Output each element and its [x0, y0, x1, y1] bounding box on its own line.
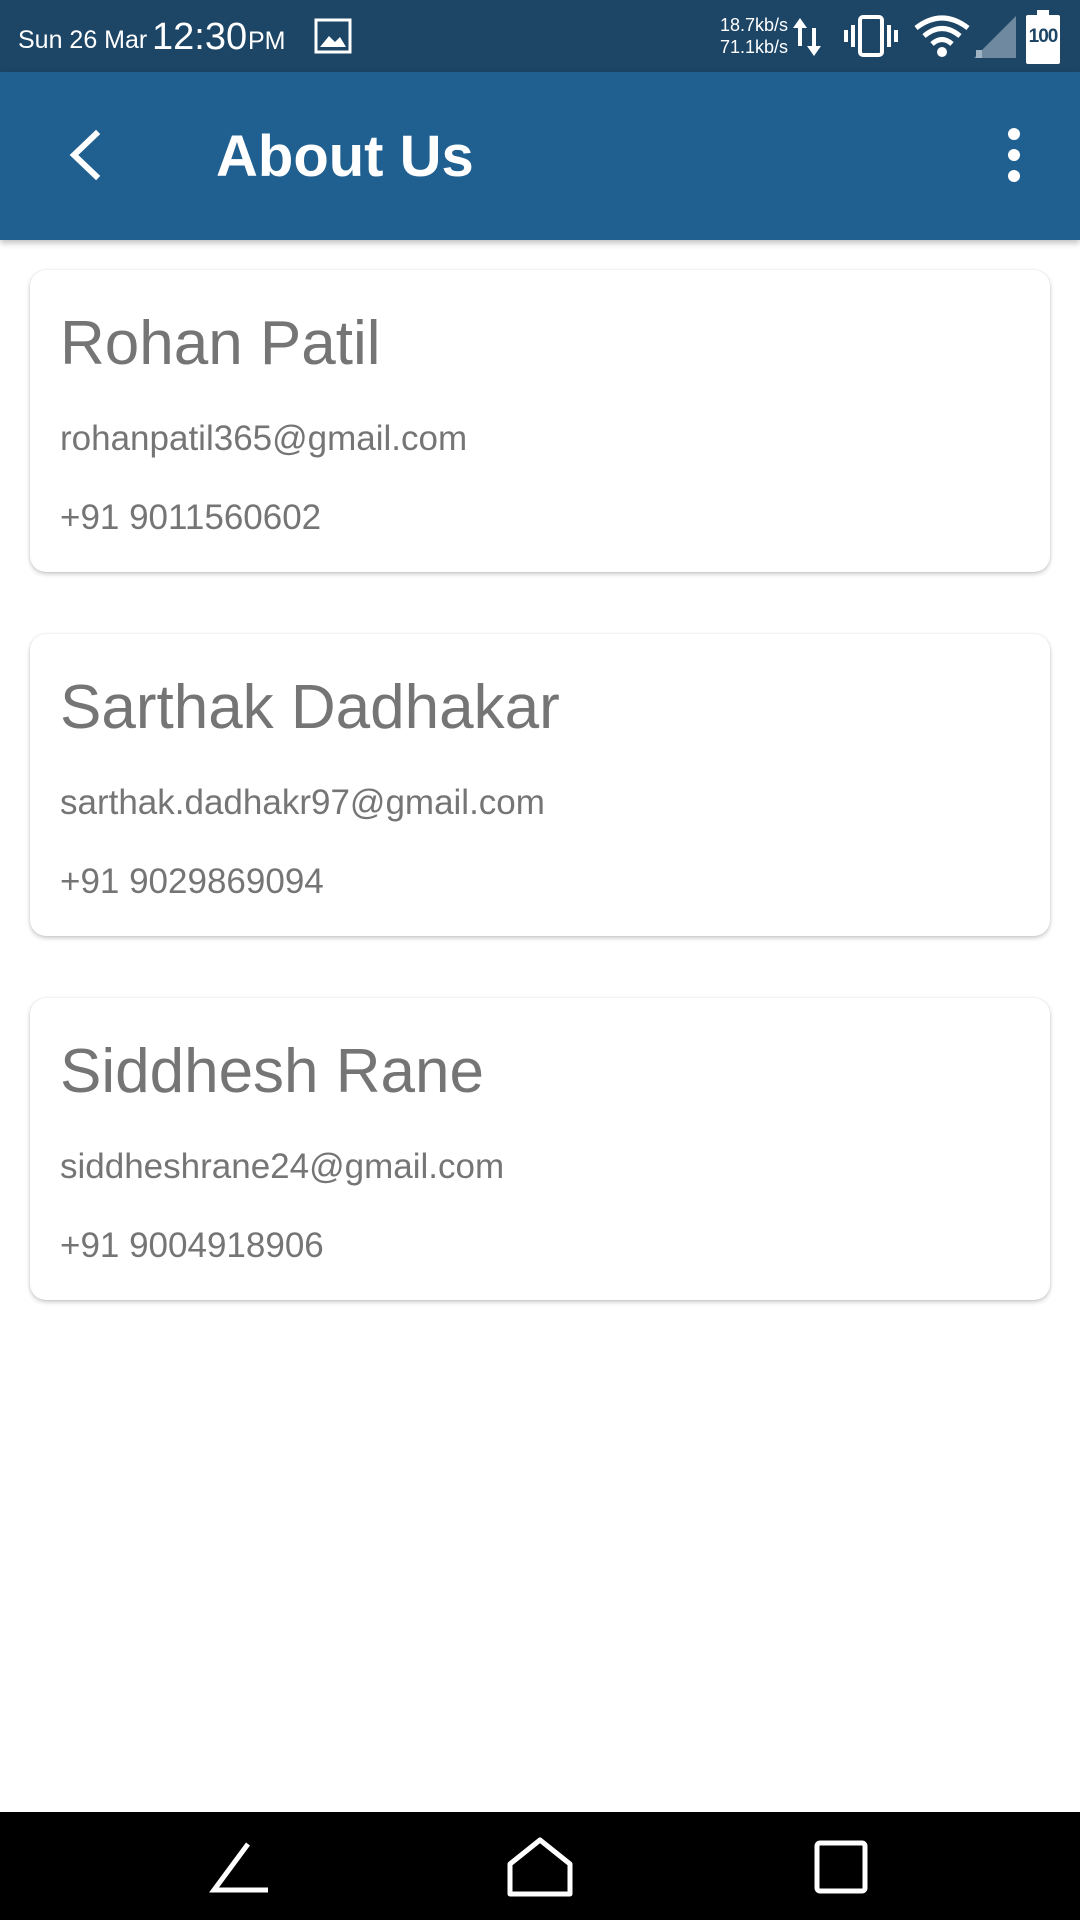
- contact-card: Rohan Patil rohanpatil365@gmail.com +91 …: [30, 270, 1050, 572]
- signal-icon: [974, 16, 1016, 58]
- navigation-bar: [0, 1812, 1080, 1920]
- nav-back-icon[interactable]: [208, 1840, 272, 1896]
- contact-email: sarthak.dadhakr97@gmail.com: [60, 783, 545, 822]
- contact-card: Siddhesh Rane siddheshrane24@gmail.com +…: [30, 998, 1050, 1300]
- contact-phone: +91 9029869094: [60, 862, 324, 901]
- contact-name: Siddhesh Rane: [60, 1037, 484, 1106]
- chevron-left-icon[interactable]: [56, 122, 122, 188]
- contact-email: rohanpatil365@gmail.com: [60, 419, 468, 458]
- page-title: About Us: [216, 124, 474, 189]
- status-bar: Sun 26 Mar 12:30 PM 18.7kb/s 71.1kb/s 10…: [0, 0, 1080, 72]
- network-speed: 18.7kb/s 71.1kb/s: [712, 14, 788, 58]
- vibrate-icon: [844, 15, 898, 57]
- contact-phone: +91 9004918906: [60, 1226, 324, 1265]
- status-date: Sun 26 Mar: [18, 26, 148, 54]
- app-bar: About Us: [0, 72, 1080, 240]
- more-vertical-icon[interactable]: [994, 122, 1034, 188]
- contact-email: siddheshrane24@gmail.com: [60, 1147, 505, 1186]
- status-ampm: PM: [248, 27, 286, 55]
- data-arrows-icon: [793, 18, 821, 56]
- download-speed: 71.1kb/s: [719, 37, 788, 57]
- status-time: 12:30: [152, 16, 248, 58]
- contact-phone: +91 9011560602: [60, 498, 322, 537]
- nav-home-icon[interactable]: [506, 1836, 574, 1898]
- gallery-icon: [314, 18, 352, 54]
- wifi-icon: [914, 15, 970, 57]
- contact-name: Sarthak Dadhakar: [60, 673, 560, 742]
- battery-level: 100: [1028, 26, 1059, 47]
- contact-name: Rohan Patil: [60, 309, 381, 378]
- upload-speed: 18.7kb/s: [719, 15, 788, 35]
- contact-card: Sarthak Dadhakar sarthak.dadhakr97@gmail…: [30, 634, 1050, 936]
- nav-recents-icon[interactable]: [814, 1840, 868, 1894]
